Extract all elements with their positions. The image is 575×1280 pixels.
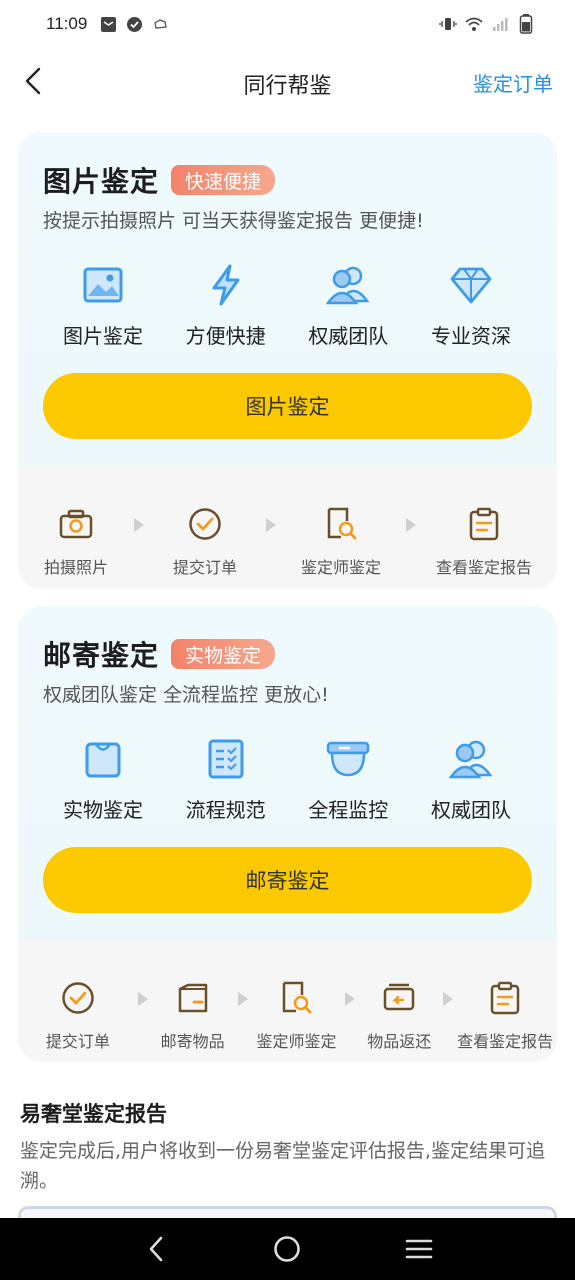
arrow-right-icon [443,992,454,1006]
feature-item: 权威团队 [410,736,532,823]
arrow-right-icon [137,992,148,1006]
step-item: 邮寄物品 [148,980,238,1052]
system-back-icon [149,1236,163,1262]
step-label: 物品返还 [367,1032,432,1051]
signal-icon [491,15,509,33]
camera-dome-icon [325,736,371,782]
step-label: 提交订单 [172,558,237,577]
feature-item: 权威团队 [287,262,409,349]
photo-appraisal-card: 图片鉴定 快速便捷 按提示拍摄照片 可当天获得鉴定报告 更便捷! 图片鉴定 方便… [18,132,557,589]
step-item: 查看鉴定报告 [453,980,557,1052]
home-circle-icon [274,1236,301,1262]
feature-label: 图片鉴定 [63,324,143,348]
step-label: 鉴定师鉴定 [300,558,381,577]
arrow-right-icon [345,992,356,1006]
feature-row: 实物鉴定 流程规范 全程监控 权威团队 [42,736,532,823]
photo-appraisal-button[interactable]: 图片鉴定 [43,373,532,439]
step-item: 物品返还 [355,980,443,1052]
feature-item: 图片鉴定 [42,262,164,349]
step-label: 拍摄照片 [43,558,108,577]
arrow-right-icon [266,518,276,532]
step-label: 鉴定师鉴定 [256,1032,337,1051]
battery-icon [517,14,535,34]
step-item: 拍摄照片 [18,506,134,578]
check-circle-icon [60,980,96,1016]
checklist-icon [203,736,249,782]
feature-item: 流程规范 [165,736,287,823]
card-title: 邮寄鉴定 [43,639,160,672]
card-subtitle: 按提示拍摄照片 可当天获得鉴定报告 更便捷! [43,210,424,232]
card-subtitle: 权威团队鉴定 全流程监控 更放心! [43,684,329,706]
team-icon [448,736,494,782]
mail-appraisal-card: 邮寄鉴定 实物鉴定 权威团队鉴定 全流程监控 更放心! 实物鉴定 流程规范 全程… [18,606,557,1062]
bag-icon [80,736,126,782]
system-home-button[interactable] [269,1231,305,1267]
diamond-icon [448,262,494,308]
feature-label: 专业资深 [430,324,511,348]
arrow-right-icon [134,518,144,532]
feature-item: 专业资深 [410,262,532,349]
clipboard-icon [466,506,502,542]
magnify-doc-icon [278,980,314,1016]
system-menu-button[interactable] [401,1231,437,1267]
system-back-button[interactable] [138,1231,174,1267]
step-item: 提交订单 [144,506,266,578]
arrow-right-icon [406,518,416,532]
check-circle-icon [187,506,223,542]
camera-icon [58,506,94,542]
process-steps: 提交订单 邮寄物品 鉴定师鉴定 物品返还 查看鉴定报告 [18,940,557,1062]
step-item: 查看鉴定报告 [416,506,552,578]
feature-item: 方便快捷 [165,262,287,349]
card-badge: 实物鉴定 [171,639,276,669]
feature-label: 流程规范 [185,798,266,822]
feature-row: 图片鉴定 方便快捷 权威团队 专业资深 [42,262,532,349]
step-item: 提交订单 [18,980,138,1052]
system-navigation-bar [0,1218,575,1280]
feature-label: 权威团队 [430,798,511,822]
appraisal-orders-link[interactable]: 鉴定订单 [473,68,553,97]
nav-bar: 同行帮鉴 鉴定订单 [0,48,575,114]
step-item: 鉴定师鉴定 [248,980,346,1052]
check-badge-icon [125,15,143,33]
step-label: 提交订单 [45,1032,110,1051]
feature-label: 权威团队 [308,324,389,348]
image-icon [80,262,126,308]
feature-item: 实物鉴定 [42,736,164,823]
mail-appraisal-button[interactable]: 邮寄鉴定 [43,847,532,913]
step-item: 鉴定师鉴定 [276,506,406,578]
report-description: 鉴定完成后,用户将收到一份易奢堂鉴定评估报告,鉴定结果可追溯。 [20,1140,546,1192]
card-badge: 快速便捷 [171,165,276,195]
step-label: 邮寄物品 [160,1032,225,1051]
clipboard-icon [487,980,523,1016]
card-title: 图片鉴定 [43,165,160,198]
lightning-icon [203,262,249,308]
team-icon [325,262,371,308]
status-bar: 11:09 [0,0,575,48]
mail-icon [99,15,117,33]
step-label: 查看鉴定报告 [435,558,532,577]
feature-label: 实物鉴定 [63,798,143,822]
status-time: 11:09 [46,14,88,33]
process-steps: 拍摄照片 提交订单 鉴定师鉴定 查看鉴定报告 [18,466,557,589]
feature-label: 全程监控 [308,798,389,822]
return-box-icon [381,980,417,1016]
cloud-icon [151,15,169,33]
vibrate-icon [439,15,457,33]
wifi-icon [465,15,483,33]
magnify-doc-icon [323,506,359,542]
feature-label: 方便快捷 [185,324,266,348]
step-label: 查看鉴定报告 [457,1032,554,1051]
arrow-right-icon [237,992,248,1006]
parcel-icon [175,980,211,1016]
feature-item: 全程监控 [287,736,409,823]
report-section-title: 易奢堂鉴定报告 [20,1102,167,1126]
menu-lines-icon [405,1239,433,1259]
